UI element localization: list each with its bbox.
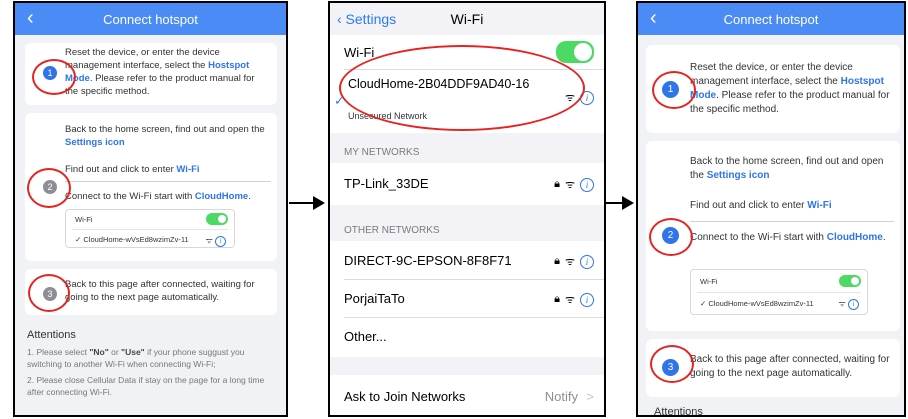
- wifi-icon: ᯤ: [564, 256, 575, 268]
- wifi-toggle: [206, 213, 228, 225]
- app-header: ‹ Connect hotspot: [638, 3, 904, 35]
- wifi-toggle: [839, 275, 861, 287]
- step-2-line-1: Back to the home screen, find out and op…: [65, 124, 265, 148]
- screenshot-panel-1: ‹ Connect hotspot 1 Reset the device, or…: [13, 1, 288, 417]
- wifi-settings-preview: Wi-Fi ✓ CloudHome-wVsEd8wzimZv-11 ᯤ i: [65, 209, 235, 248]
- ios-nav-bar: ‹ Settings Wi-Fi: [330, 3, 604, 35]
- wifi-icon: ᯤ i: [205, 235, 226, 247]
- chevron-left-icon[interactable]: ‹: [650, 7, 657, 29]
- divider: [690, 221, 894, 222]
- network-other[interactable]: Other...: [344, 329, 594, 344]
- attentions-title: Attentions: [27, 329, 76, 341]
- attention-1: 1. Please select "No" or "Use" if your p…: [27, 347, 245, 369]
- screenshot-panel-3: ‹ Connect hotspot 1 Reset the device, or…: [636, 1, 906, 417]
- divider: [344, 279, 604, 280]
- ask-to-join-group: Ask to Join Networks Notify >: [330, 375, 604, 415]
- mini-network-name: ✓ CloudHome-wVsEd8wzimZv-11: [700, 299, 814, 308]
- red-annotation-circle: [27, 168, 71, 208]
- divider: [344, 317, 604, 318]
- page-title: Connect hotspot: [103, 11, 198, 27]
- chevron-left-icon[interactable]: ‹: [27, 7, 34, 29]
- section-other-networks: OTHER NETWORKS: [344, 225, 440, 236]
- wifi-icon: ᯤ: [564, 179, 575, 191]
- info-icon: i: [848, 299, 859, 310]
- step-2-line-3: Connect to the Wi-Fi start with CloudHom…: [690, 232, 886, 243]
- mini-wifi-label: Wi-Fi: [700, 277, 718, 286]
- divider: [697, 292, 861, 293]
- wifi-settings-preview: Wi-Fi ✓ CloudHome-wVsEd8wzimZv-11 ᯤ i: [690, 269, 868, 315]
- step-1-text: Reset the device, or enter the device ma…: [65, 47, 255, 97]
- step-2-line-3: Connect to the Wi-Fi start with CloudHom…: [65, 191, 251, 202]
- page-title: Wi-Fi: [450, 11, 484, 27]
- red-annotation-circle: [28, 274, 70, 312]
- screenshot-panel-2: ‹ Settings Wi-Fi Wi-Fi ✓ CloudHome-2B04D…: [328, 1, 606, 417]
- wifi-toggle[interactable]: [556, 41, 594, 63]
- wifi-icon: ᯤ: [564, 294, 575, 306]
- info-icon[interactable]: i: [580, 254, 594, 269]
- section-my-networks: MY NETWORKS: [344, 147, 420, 158]
- network-status-icons: 🔒︎ ᯤ i: [554, 292, 594, 307]
- arrow-right-icon: [606, 196, 634, 210]
- my-networks-group: TP-Link_33DE 🔒︎ ᯤ i: [330, 163, 604, 205]
- info-icon[interactable]: i: [580, 292, 594, 307]
- red-annotation-circle: [32, 59, 76, 95]
- lock-icon: 🔒︎: [554, 255, 560, 267]
- red-annotation-circle: [649, 218, 693, 256]
- mini-wifi-label: Wi-Fi: [75, 215, 93, 224]
- attentions-title: Attentions: [654, 406, 703, 417]
- divider: [65, 181, 271, 182]
- app-header: ‹ Connect hotspot: [15, 3, 286, 35]
- info-icon: i: [215, 236, 226, 247]
- info-icon[interactable]: i: [580, 177, 594, 192]
- mini-network-name: ✓ CloudHome-wVsEd8wzimZv-11: [75, 235, 189, 244]
- attention-2: 2. Please close Cellular Data if stay on…: [27, 375, 265, 397]
- chevron-right-icon: >: [586, 389, 594, 404]
- lock-icon: 🔒︎: [554, 293, 560, 305]
- wifi-icon: ᯤ i: [838, 298, 859, 310]
- ask-to-join-value: Notify: [544, 389, 578, 404]
- red-annotation-circle: [339, 45, 585, 131]
- step-2-line-2: Find out and click to enter Wi-Fi: [65, 164, 200, 175]
- red-annotation-circle: [652, 71, 696, 109]
- step-2-line-2: Find out and click to enter Wi-Fi: [690, 200, 832, 211]
- page-title: Connect hotspot: [723, 11, 819, 27]
- step-1-text: Reset the device, or enter the device ma…: [690, 62, 890, 115]
- network-status-icons: 🔒︎ ᯤ i: [554, 254, 594, 269]
- lock-icon: 🔒︎: [554, 178, 560, 190]
- step-2-line-1: Back to the home screen, find out and op…: [690, 156, 884, 181]
- other-networks-group: DIRECT-9C-EPSON-8F8F71 🔒︎ ᯤ i PorjaiTaTo 🔒…: [330, 241, 604, 357]
- step-3-text: Back to this page after connected, waiti…: [690, 354, 890, 379]
- divider: [72, 229, 228, 230]
- red-annotation-circle: [650, 345, 694, 383]
- step-3-text: Back to this page after connected, waiti…: [65, 279, 255, 303]
- network-status-icons: 🔒︎ ᯤ i: [554, 177, 594, 192]
- arrow-right-icon: [289, 196, 325, 210]
